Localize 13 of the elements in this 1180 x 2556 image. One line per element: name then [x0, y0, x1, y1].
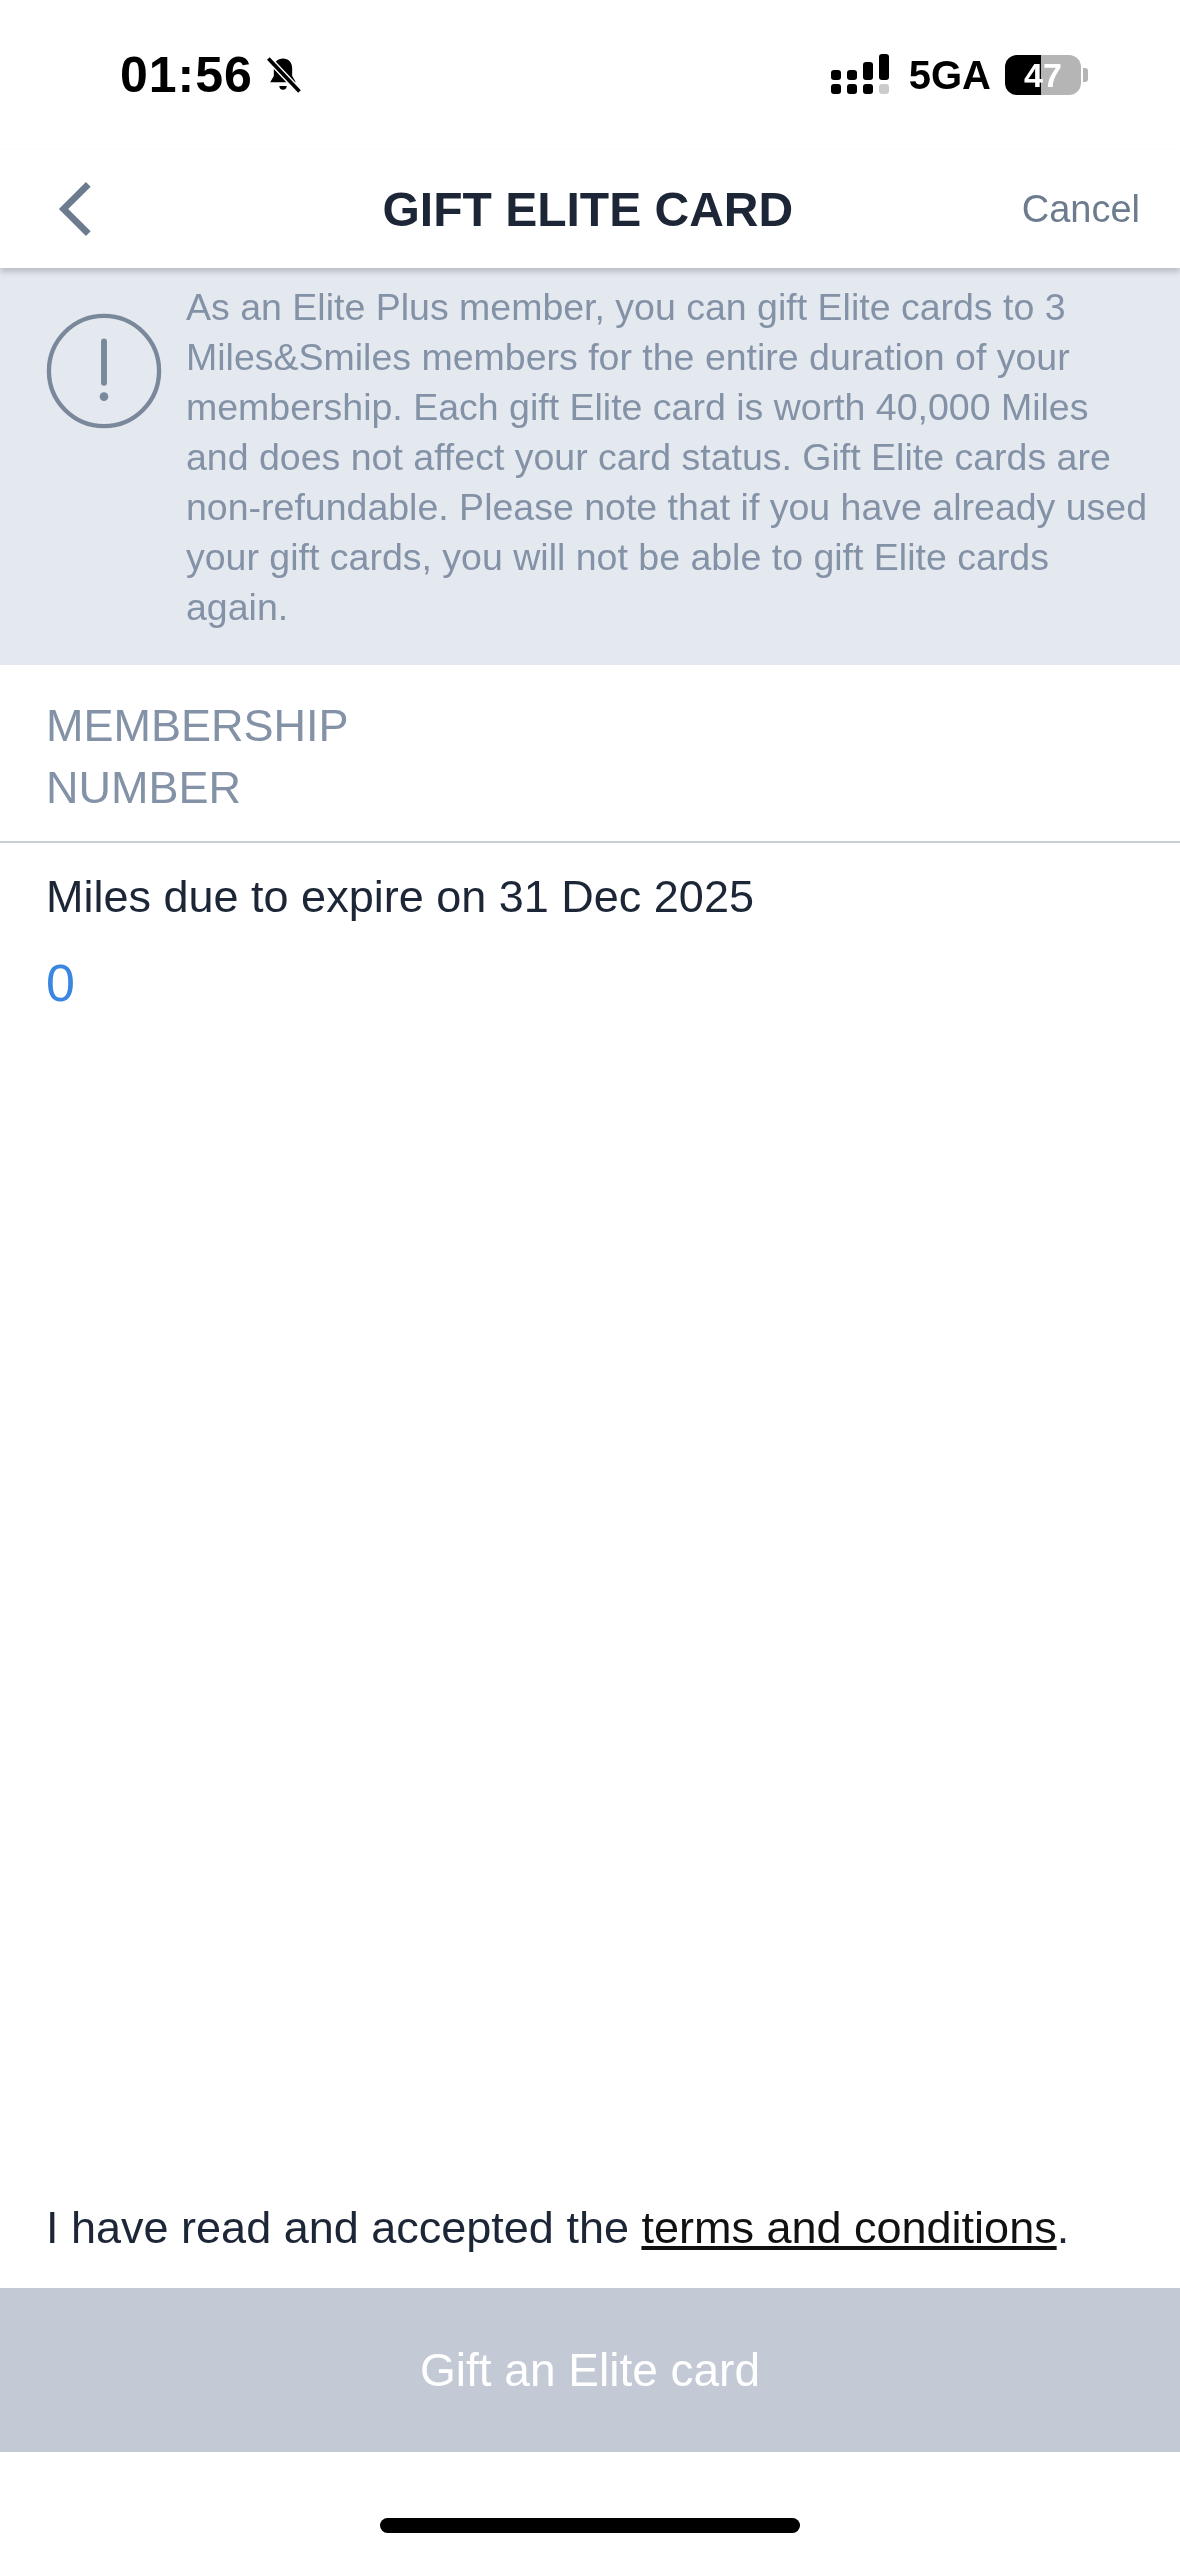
- info-message: As an Elite Plus member, you can gift Elite cards to 3 Miles&Smiles members for the entire duration of your membership. Each gift Elite card is worth 40,000 Miles and does not affect your card status. Gift Elite cards are non-refundable. Please note that if you have already used your gift cards, you will not be able to gift Elite cards again.: [186, 285, 1149, 630]
- membership-number-field[interactable]: MEMBERSHIP NUMBER: [46, 695, 406, 819]
- miles-expiry-label: Miles due to expire on 31 Dec 2025: [46, 871, 755, 923]
- back-icon[interactable]: [56, 180, 94, 238]
- signal-icon: [830, 54, 891, 96]
- terms-sentence: I have read and accepted the terms and conditions.: [46, 2201, 1071, 2255]
- miles-value: 0: [46, 953, 76, 1013]
- network-type: 5GA: [908, 52, 991, 98]
- terms-link[interactable]: terms and conditions: [641, 2202, 1057, 2253]
- status-time: 01:56: [120, 46, 253, 104]
- screen-title: GIFT ELITE CARD: [381, 181, 795, 237]
- cancel-button[interactable]: Cancel: [1021, 187, 1140, 231]
- exclamation-circle-icon: [45, 312, 163, 430]
